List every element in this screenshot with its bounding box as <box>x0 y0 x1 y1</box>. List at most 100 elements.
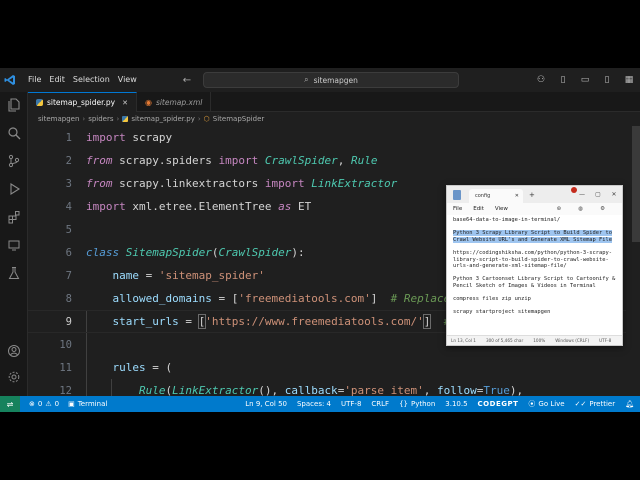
new-tab-plus-icon[interactable]: + <box>529 191 535 199</box>
encoding[interactable]: UTF-8 <box>341 400 361 408</box>
manage-gear-icon[interactable] <box>0 366 28 388</box>
terminal-button[interactable]: ▣ Terminal <box>68 400 107 408</box>
notepad-paragraph: https://codingshiksha.com/python/python-… <box>453 249 613 270</box>
double-check-icon: ✓✓ <box>574 400 587 408</box>
tab-sitemap-xml[interactable]: ◉ sitemap.xml <box>137 92 212 112</box>
explorer-icon[interactable] <box>0 94 28 116</box>
editor-scrollbar[interactable] <box>632 126 640 242</box>
breadcrumb-item[interactable]: sitemapgen <box>38 115 79 123</box>
menu-edit[interactable]: Edit <box>45 68 69 92</box>
codegpt-button[interactable]: CODEGPT <box>478 400 519 408</box>
notepad-status-bar: Ln 13, Col 1 300 of 5,465 char 100% Wind… <box>447 335 622 345</box>
account-icon[interactable] <box>0 340 28 362</box>
search-icon: ⌕ <box>304 75 309 84</box>
np-status-position: Ln 13, Col 1 <box>451 338 476 343</box>
settings-gear-icon[interactable]: ⚙ <box>600 206 605 212</box>
notepad-paragraph: compress files zip unzip <box>453 296 531 303</box>
maximize-icon[interactable]: ▢ <box>590 186 606 203</box>
line-ending[interactable]: CRLF <box>371 400 389 408</box>
code-line: 12 Rule(LinkExtractor(), callback='parse… <box>28 379 626 396</box>
problems-indicator[interactable]: ⊗ 0 ⚠ 0 <box>29 400 59 408</box>
line-number: 7 <box>65 269 72 282</box>
menu-file[interactable]: File <box>24 68 45 92</box>
go-live-button[interactable]: ⦿ Go Live <box>528 399 564 409</box>
chevron-right-icon: › <box>197 115 201 123</box>
close-window-icon[interactable]: ✕ <box>606 186 622 203</box>
breadcrumb-item[interactable]: SitemapSpider <box>213 115 264 123</box>
notepad-tab[interactable]: config ✕ <box>469 189 523 203</box>
back-arrow-icon[interactable]: ← <box>183 75 191 86</box>
tab-label: sitemap_spider.py <box>47 98 116 107</box>
notepad-paragraph-selected: Python 3 Scrapy Library Script to Build … <box>453 230 613 243</box>
indentation[interactable]: Spaces: 4 <box>297 400 331 408</box>
search-icon[interactable] <box>0 122 28 144</box>
menu-selection[interactable]: Selection <box>69 68 114 92</box>
profile-icon[interactable]: ◍ <box>578 206 583 212</box>
warning-count: 0 <box>54 400 60 408</box>
notepad-menu-view[interactable]: View <box>495 206 508 212</box>
notifications-bell-icon[interactable]: 🔔︎ <box>625 400 634 408</box>
notepad-menu-edit[interactable]: Edit <box>473 206 484 212</box>
chevron-right-icon: › <box>82 115 86 123</box>
tab-label: sitemap.xml <box>155 97 203 107</box>
notepad-paragraph: Python 3 Cartoonset Library Script to Ca… <box>453 276 616 289</box>
breadcrumb-item[interactable]: spiders <box>88 115 113 123</box>
code-line: 2 from scrapy.spiders import CrawlSpider… <box>28 149 626 172</box>
close-icon[interactable]: ✕ <box>122 99 128 107</box>
notepad-text-area[interactable]: base64-data-to-image-in-terminal/ Python… <box>447 215 622 337</box>
line-number: 3 <box>65 177 72 190</box>
prettier-button[interactable]: ✓✓ Prettier <box>575 400 615 408</box>
extensions-icon[interactable] <box>0 206 28 228</box>
error-icon: ⊗ <box>29 400 35 408</box>
python-file-icon <box>122 116 129 122</box>
remote-explorer-icon[interactable] <box>0 234 28 256</box>
tab-sitemap-spider[interactable]: sitemap_spider.py ✕ <box>28 92 137 112</box>
title-bar: File Edit Selection View ← → ⌕ sitemapge… <box>0 68 640 92</box>
command-center-search[interactable]: ⌕ sitemapgen <box>203 72 459 88</box>
minimize-icon[interactable]: — <box>574 186 590 203</box>
warning-icon: ⚠ <box>45 400 52 408</box>
editor-tab-bar: sitemap_spider.py ✕ ◉ sitemap.xml <box>28 92 640 112</box>
activity-bar <box>0 92 28 396</box>
close-icon[interactable]: ✕ <box>515 193 519 199</box>
customize-layout-icon[interactable]: ▦ <box>618 75 640 85</box>
xml-file-icon: ◉ <box>144 97 152 107</box>
error-count: 0 <box>37 400 43 408</box>
copilot-icon[interactable]: ⊛ <box>557 206 562 212</box>
command-center-label: sitemapgen <box>313 75 358 85</box>
source-control-icon[interactable] <box>0 150 28 172</box>
notepad-window[interactable]: config ✕ + — ▢ ✕ File Edit View ⊛ ◍ ⚙ ba… <box>446 185 623 346</box>
line-number: 6 <box>65 246 72 259</box>
python-interpreter[interactable]: 3.10.5 <box>445 400 467 408</box>
line-number: 11 <box>59 361 72 374</box>
vscode-window: File Edit Selection View ← → ⌕ sitemapge… <box>0 68 640 412</box>
class-symbol-icon: ⬡ <box>203 115 210 123</box>
np-status-zoom: 100% <box>533 338 546 343</box>
line-number: 10 <box>59 338 72 351</box>
vscode-logo-icon <box>0 68 20 92</box>
code-line: 11 rules = ( <box>28 356 626 379</box>
np-status-encoding: UTF-8 <box>599 338 612 343</box>
testing-icon[interactable] <box>0 262 28 284</box>
run-debug-icon[interactable] <box>0 178 28 200</box>
toggle-panel-icon[interactable]: ▭ <box>574 75 596 85</box>
cursor-position[interactable]: Ln 9, Col 50 <box>245 400 287 408</box>
remote-indicator-icon[interactable]: ⇌ <box>0 396 20 412</box>
np-status-chars: 300 of 5,465 char <box>485 338 524 343</box>
language-mode[interactable]: {} Python <box>399 400 435 408</box>
breadcrumb-item[interactable]: sitemap_spider.py <box>131 115 195 123</box>
notepad-paragraph: scrapy startproject sitemapgen <box>453 309 551 316</box>
menu-view[interactable]: View <box>114 68 141 92</box>
line-number: 5 <box>65 223 72 236</box>
breadcrumb: sitemapgen › spiders › sitemap_spider.py… <box>28 112 640 126</box>
notepad-tab-label: config <box>475 193 491 199</box>
status-bar: ⇌ ⊗ 0 ⚠ 0 ▣ Terminal Ln 9, Col 50 Spaces… <box>0 396 640 412</box>
notepad-menu-file[interactable]: File <box>453 206 462 212</box>
terminal-icon: ▣ <box>68 400 75 408</box>
toggle-secondary-sidebar-icon[interactable]: ▯ <box>596 75 618 85</box>
python-file-icon <box>36 99 43 106</box>
line-number: 9 <box>65 315 72 328</box>
toggle-sidebar-icon[interactable]: ▯ <box>552 75 574 85</box>
copilot-icon[interactable]: ⚇ <box>530 75 552 85</box>
np-status-eol: Windows (CRLF) <box>555 338 590 343</box>
